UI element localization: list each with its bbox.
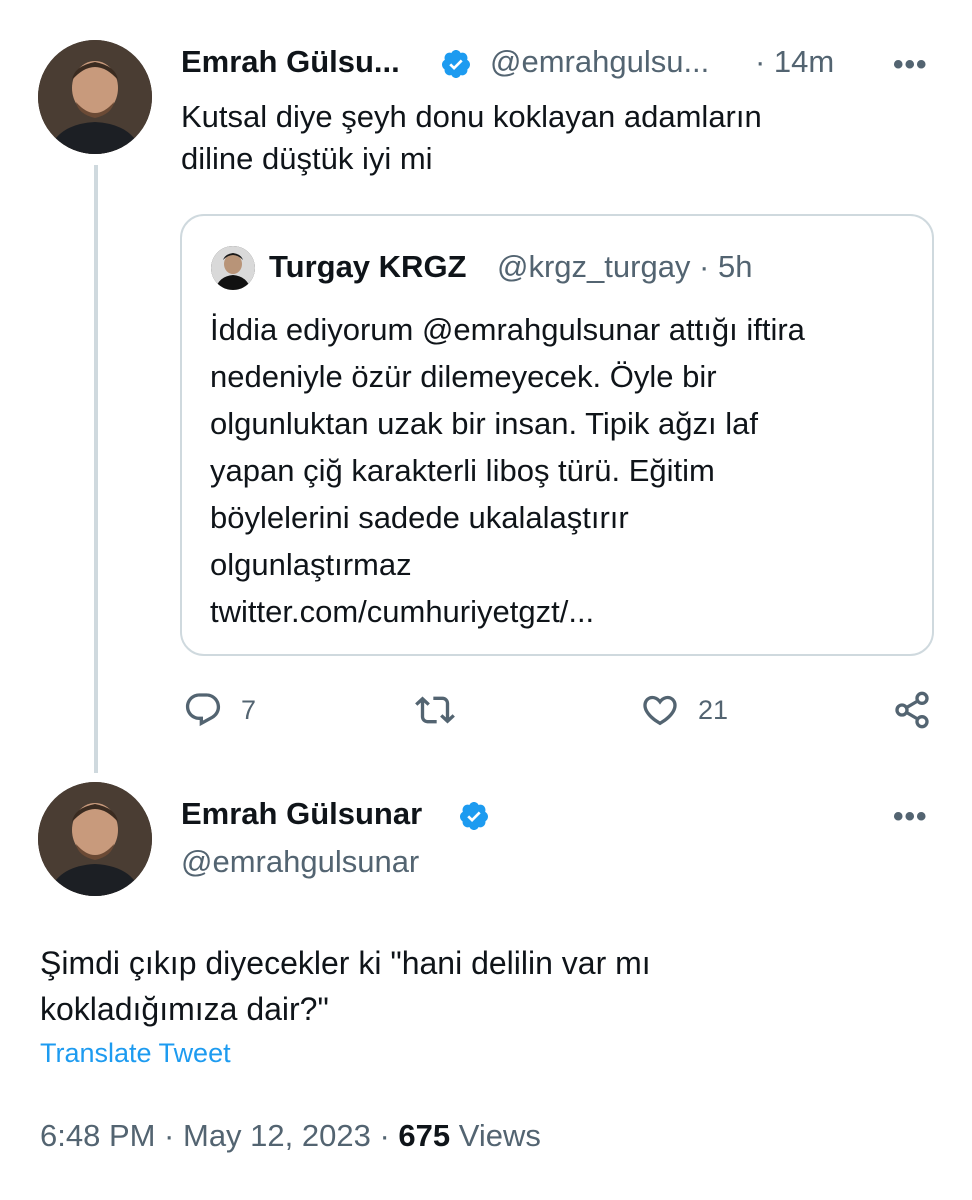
- quote-card[interactable]: Turgay KRGZ @krgz_turgay · 5h İddia ediy…: [180, 214, 934, 656]
- reply-button[interactable]: 7: [183, 690, 256, 730]
- avatar-photo: [38, 782, 152, 896]
- quote-author-handle[interactable]: @krgz_turgay · 5h: [497, 249, 752, 285]
- quote-avatar: [211, 246, 255, 290]
- like-icon: [643, 695, 677, 726]
- quote-text: İddia ediyorum @emrahgulsunar attığı ift…: [210, 312, 805, 629]
- retweet-button[interactable]: [415, 690, 473, 730]
- share-button[interactable]: [892, 690, 932, 730]
- thread-connector: [94, 165, 98, 773]
- tweet-text: Kutsal diye şeyh donu koklayan adamların…: [181, 99, 762, 176]
- author-handle[interactable]: @emrahgulsu...: [490, 44, 709, 80]
- tweet-time[interactable]: · 14m: [755, 44, 834, 80]
- reply-icon: [185, 693, 221, 727]
- more-icon[interactable]: •••: [893, 48, 928, 82]
- avatar[interactable]: [38, 782, 152, 896]
- avatar[interactable]: [38, 40, 152, 154]
- verified-badge-icon: [441, 50, 470, 78]
- retweet-icon: [415, 696, 455, 724]
- tweet-meta: 6:48 PM · May 12, 2023 · 675 Views: [40, 1118, 541, 1154]
- author-name[interactable]: Emrah Gülsunar: [181, 796, 422, 832]
- share-icon: [895, 691, 929, 729]
- views-count: 675: [398, 1118, 451, 1153]
- views-label: Views: [458, 1118, 541, 1153]
- reply-count: 7: [241, 694, 257, 725]
- like-count: 21: [698, 694, 729, 725]
- like-button[interactable]: 21: [640, 690, 728, 730]
- quote-author-name[interactable]: Turgay KRGZ: [269, 249, 467, 285]
- more-icon[interactable]: •••: [893, 800, 928, 834]
- author-name[interactable]: Emrah Gülsu...: [181, 44, 400, 80]
- quote-avatar-photo: [211, 246, 255, 290]
- tweet-text: Şimdi çıkıp diyecekler ki "hani delilin …: [40, 945, 651, 1027]
- translate-link[interactable]: Translate Tweet: [40, 1038, 231, 1069]
- tweet-timestamp[interactable]: 6:48 PM · May 12, 2023 ·: [40, 1118, 390, 1153]
- avatar-photo: [38, 40, 152, 154]
- author-handle[interactable]: @emrahgulsunar: [181, 844, 419, 880]
- verified-badge-icon: [459, 802, 488, 830]
